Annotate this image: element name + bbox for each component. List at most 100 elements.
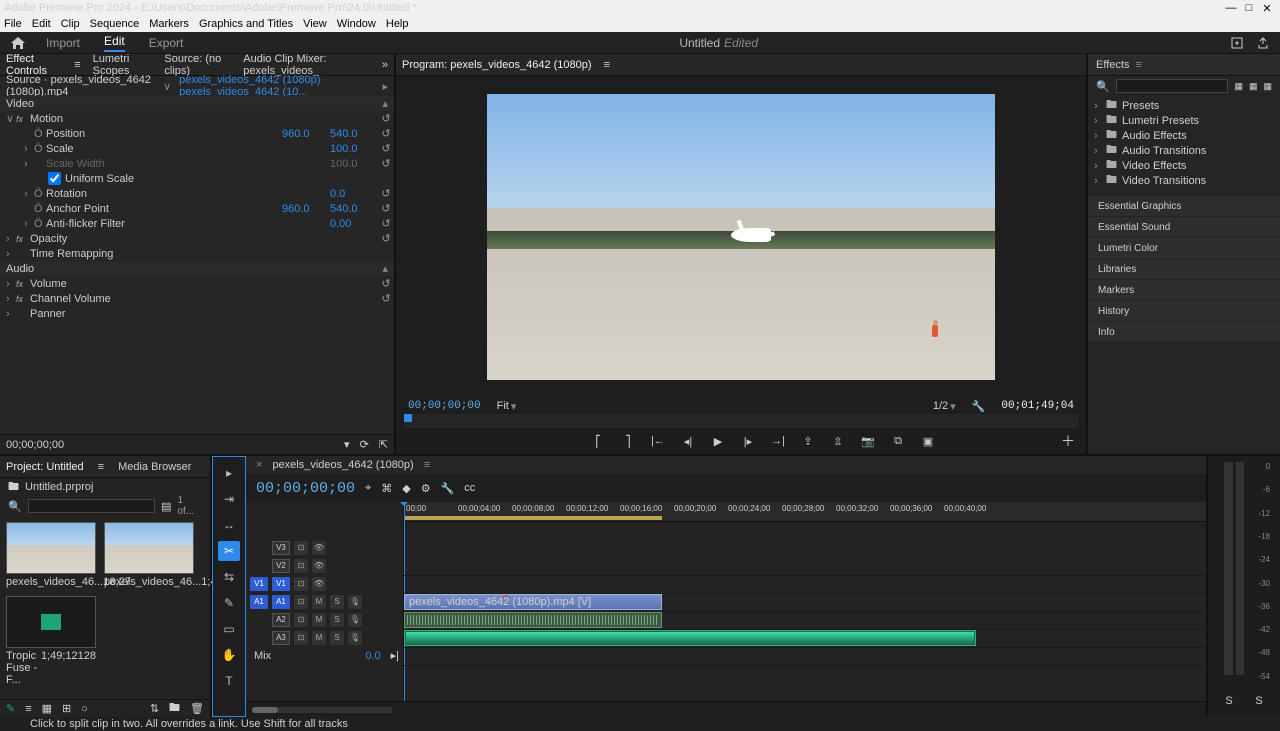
sync-lock-icon[interactable]: ⊡	[294, 595, 308, 609]
sync-lock-icon[interactable]: ⊡	[294, 559, 308, 573]
list-view-icon[interactable]: ≡	[25, 703, 31, 715]
playhead-toggle-icon[interactable]: ▸	[382, 80, 388, 93]
close-button[interactable]: ✕	[1258, 2, 1276, 15]
safe-margins-icon[interactable]: ▣	[920, 433, 936, 449]
tab-effects[interactable]: Effects	[1096, 59, 1129, 71]
rectangle-tool[interactable]: ▭	[218, 619, 240, 639]
close-sequence-icon[interactable]: ×	[256, 459, 262, 471]
ripple-edit-tool[interactable]: ↔	[218, 515, 240, 535]
type-tool[interactable]: T	[218, 671, 240, 691]
menu-clip[interactable]: Clip	[61, 18, 80, 30]
button-editor-icon[interactable]: ＋	[1060, 433, 1076, 449]
audio-clip-a2[interactable]	[404, 630, 976, 646]
menu-view[interactable]: View	[303, 18, 327, 30]
comparison-view-icon[interactable]: ⧉	[890, 433, 906, 449]
panel-essential-sound[interactable]: Essential Sound	[1088, 217, 1280, 238]
sync-lock-icon[interactable]: ⊡	[294, 613, 308, 627]
anchor-y[interactable]: 540.0	[330, 203, 378, 215]
program-scrubber[interactable]	[404, 414, 1078, 428]
track-a3[interactable]: A3	[272, 631, 290, 645]
menu-edit[interactable]: Edit	[32, 18, 51, 30]
tab-media-browser[interactable]: Media Browser	[118, 461, 191, 473]
tab-effect-controls[interactable]: Effect Controls	[6, 53, 62, 77]
section-toggle-icon[interactable]: ▴	[382, 97, 388, 110]
uniform-scale-checkbox[interactable]	[48, 172, 61, 185]
track-a2[interactable]: A2	[272, 613, 290, 627]
effects-panel-menu-icon[interactable]: ≡	[1135, 59, 1141, 71]
export-frame-icon[interactable]: 📷	[860, 433, 876, 449]
menu-window[interactable]: Window	[337, 18, 376, 30]
overflow-icon[interactable]: »	[382, 59, 388, 71]
sync-lock-icon[interactable]: ⊡	[294, 577, 308, 591]
effects-node-audiofx[interactable]: Audio Effects	[1122, 130, 1187, 142]
anchor-x[interactable]: 960.0	[282, 203, 330, 215]
filter-icon[interactable]: ▾	[344, 438, 350, 451]
reset-anchor-icon[interactable]: ↺	[378, 202, 394, 215]
step-back-icon[interactable]: ◂|	[680, 433, 696, 449]
filter-bin-icon[interactable]: ▤	[161, 500, 171, 513]
reset-scale-icon[interactable]: ↺	[378, 142, 394, 155]
project-panel-menu-icon[interactable]: ≡	[98, 461, 104, 473]
effects-node-presets[interactable]: Presets	[1122, 100, 1159, 112]
timeline-tracks[interactable]: 00;00 00;00;04;00 00;00;08;00 00;00;12;0…	[404, 502, 1206, 701]
effects-node-audiotrans[interactable]: Audio Transitions	[1122, 145, 1206, 157]
tab-project[interactable]: Project: Untitled	[6, 461, 84, 473]
zoom-slider[interactable]: ○	[81, 703, 88, 715]
toggle-track-output-icon[interactable]: 👁	[312, 577, 326, 591]
tab-source[interactable]: Source: (no clips)	[164, 53, 231, 77]
sync-lock-icon[interactable]: ⊡	[294, 541, 308, 555]
icon-view-icon[interactable]: ▦	[42, 702, 52, 715]
effect-panner[interactable]: Panner	[30, 308, 394, 320]
program-timecode-left[interactable]: 00;00;00;00	[408, 400, 481, 412]
quick-export-icon[interactable]	[1230, 36, 1244, 50]
fx-badge-1-icon[interactable]: ▦	[1234, 81, 1243, 92]
rotation-value[interactable]: 0.0	[330, 188, 378, 200]
solo-right-button[interactable]: S	[1255, 695, 1262, 711]
toggle-track-output-icon[interactable]: 👁	[312, 541, 326, 555]
panel-essential-graphics[interactable]: Essential Graphics	[1088, 196, 1280, 217]
effects-node-videotrans[interactable]: Video Transitions	[1122, 175, 1206, 187]
reset-opacity-icon[interactable]: ↺	[378, 232, 394, 245]
effect-time-remapping[interactable]: Time Remapping	[30, 248, 394, 260]
project-item[interactable]: pexels_videos_46...18;27	[6, 522, 96, 588]
mark-out-icon[interactable]: ⎤	[620, 433, 636, 449]
reset-antiflicker-icon[interactable]: ↺	[378, 217, 394, 230]
reset-chvol-icon[interactable]: ↺	[378, 292, 394, 305]
menu-sequence[interactable]: Sequence	[90, 18, 140, 30]
track-v1[interactable]: V1	[272, 577, 290, 591]
sequence-tab[interactable]: pexels_videos_4642 (1080p)	[272, 459, 413, 471]
effect-opacity[interactable]: Opacity	[30, 233, 378, 245]
source-timecode[interactable]: 00;00;00;00	[6, 439, 64, 451]
loop-icon[interactable]: ⟳	[360, 438, 369, 451]
resolution-select[interactable]: 1/2 ▾	[933, 400, 956, 413]
program-panel-menu-icon[interactable]: ≡	[604, 59, 610, 71]
wrench-icon[interactable]: 🔧	[441, 482, 455, 495]
section-audio-toggle-icon[interactable]: ▴	[382, 262, 388, 275]
timeline-zoom-slider[interactable]	[252, 707, 392, 713]
project-search-input[interactable]	[28, 499, 155, 513]
timeline-panel-menu-icon[interactable]: ≡	[424, 459, 430, 471]
scale-value[interactable]: 100.0	[330, 143, 378, 155]
toggle-track-output-icon[interactable]: 👁	[312, 559, 326, 573]
effect-channel-volume[interactable]: Channel Volume	[30, 293, 378, 305]
minimize-button[interactable]: —	[1222, 2, 1240, 14]
sync-lock-icon[interactable]: ⊡	[294, 631, 308, 645]
effects-node-lumetri[interactable]: Lumetri Presets	[1122, 115, 1199, 127]
project-item[interactable]: Tropic Fuse - F...1;49;12128	[6, 596, 96, 686]
breadcrumb-sequence-link[interactable]: pexels_videos_4642 (1080p) · pexels_vide…	[179, 74, 382, 98]
reset-rotation-icon[interactable]: ↺	[378, 187, 394, 200]
fx-badge-2-icon[interactable]: ▦	[1249, 81, 1258, 92]
go-to-out-icon[interactable]: →|	[770, 433, 786, 449]
panel-markers[interactable]: Markers	[1088, 280, 1280, 301]
freeform-view-icon[interactable]: ⊞	[62, 702, 71, 715]
sort-icon[interactable]: ⇅	[150, 702, 159, 715]
menu-markers[interactable]: Markers	[149, 18, 189, 30]
track-v2[interactable]: V2	[272, 559, 290, 573]
selection-tool[interactable]: ▸	[218, 463, 240, 483]
home-icon[interactable]	[10, 36, 26, 50]
extract-icon[interactable]: ⇫	[830, 433, 846, 449]
snap-icon[interactable]: ⌖	[365, 482, 371, 495]
mark-in-icon[interactable]: ⎡	[590, 433, 606, 449]
voice-over-icon[interactable]: 🎙	[348, 613, 362, 627]
voice-over-icon[interactable]: 🎙	[348, 631, 362, 645]
